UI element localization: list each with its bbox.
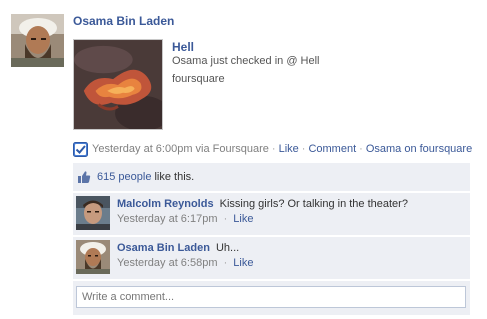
- comment-timestamp[interactable]: Yesterday at 6:17pm: [117, 213, 218, 225]
- thumbs-up-icon: [77, 170, 91, 184]
- comment-like-link[interactable]: Like: [233, 257, 253, 269]
- likes-suffix: like this.: [154, 171, 195, 183]
- comment-like-link[interactable]: Like: [233, 213, 253, 225]
- like-link[interactable]: Like: [279, 143, 299, 155]
- comment-body: Osama Bin Laden Uh... Yesterday at 6:58p…: [117, 242, 253, 269]
- comment-link[interactable]: Comment: [308, 143, 356, 155]
- comment-author[interactable]: Osama Bin Laden: [117, 242, 210, 254]
- likes-row: 615 people like this.: [73, 163, 470, 191]
- comment-author[interactable]: Malcolm Reynolds: [117, 198, 214, 210]
- commenter-avatar[interactable]: [76, 196, 110, 230]
- foursquare-attribution-link[interactable]: Osama on foursquare: [366, 143, 472, 155]
- separator: ·: [223, 213, 228, 225]
- separator: ·: [359, 143, 363, 155]
- comment-item: Osama Bin Laden Uh... Yesterday at 6:58p…: [73, 237, 470, 279]
- comment-item: Malcolm Reynolds Kissing girls? Or talki…: [73, 193, 470, 235]
- comment-composer: [73, 281, 470, 315]
- comment-text: Uh...: [215, 242, 240, 254]
- place-photo[interactable]: [73, 39, 163, 130]
- comment-text: Kissing girls? Or talking in the theater…: [219, 198, 408, 210]
- comment-input[interactable]: [76, 286, 466, 308]
- separator: ·: [301, 143, 306, 155]
- story-timestamp[interactable]: Yesterday at 6:00pm via Foursquare: [92, 143, 269, 155]
- separator: ·: [271, 143, 276, 155]
- commenter-avatar[interactable]: [76, 240, 110, 274]
- poster-name[interactable]: Osama Bin Laden: [73, 14, 174, 28]
- story-meta-row: Yesterday at 6:00pm via Foursquare · Lik…: [73, 141, 472, 157]
- foursquare-checkmark-icon: [73, 141, 88, 157]
- feedback-box: 615 people like this. Malcolm Reynolds K…: [73, 163, 470, 315]
- comment-timestamp[interactable]: Yesterday at 6:58pm: [117, 257, 218, 269]
- separator: ·: [223, 257, 228, 269]
- place-caption: Osama just checked in @ Hell: [172, 55, 320, 67]
- poster-avatar[interactable]: [11, 14, 64, 67]
- place-source: foursquare: [172, 73, 225, 85]
- place-title[interactable]: Hell: [172, 40, 194, 54]
- likes-count-link[interactable]: 615 people: [97, 171, 151, 183]
- comment-body: Malcolm Reynolds Kissing girls? Or talki…: [117, 198, 408, 225]
